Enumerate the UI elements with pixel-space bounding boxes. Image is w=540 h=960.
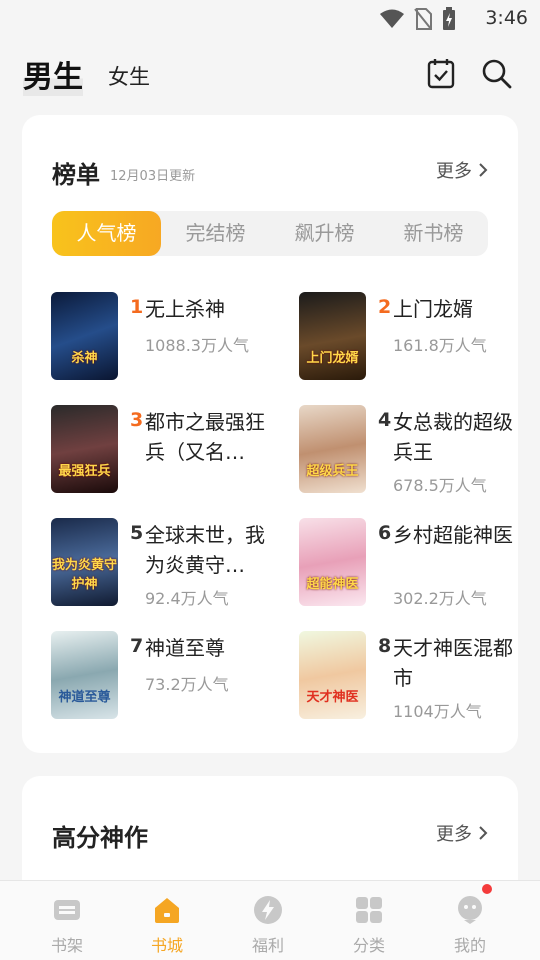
cover-title: 我为炎黄守护神: [51, 558, 117, 592]
book-cover: 超级兵王: [299, 405, 366, 493]
book-cover: 我为炎黄守护神: [51, 518, 118, 606]
book-title: 全球末世，我为炎黄守…: [145, 523, 265, 577]
rank-number: 7: [130, 635, 144, 657]
book-item[interactable]: 上门龙婿 2 上门龙婿 161.8万人气: [299, 292, 519, 382]
book-item[interactable]: 最强狂兵 3 都市之最强狂兵（又名…: [51, 405, 271, 495]
book-item[interactable]: 神道至尊 7 神道至尊 73.2万人气: [51, 631, 271, 721]
nav-bookstore[interactable]: 书城: [122, 881, 212, 960]
book-item[interactable]: 天才神医 8 天才神医混都市 1104万人气: [299, 631, 519, 721]
rank-number: 6: [378, 522, 392, 544]
top-header: 男生 女生: [0, 36, 540, 112]
cover-title: 超能神医: [306, 577, 359, 592]
book-cover: 最强狂兵: [51, 405, 118, 493]
nav-label: 书架: [50, 936, 83, 955]
more-label: 更多: [436, 161, 472, 182]
profile-icon: [458, 896, 482, 924]
battery-charging-icon: [443, 7, 455, 30]
status-icons: [380, 7, 456, 31]
book-popularity: 1088.3万人气: [145, 336, 249, 355]
grid-icon: [356, 897, 382, 923]
book-item[interactable]: 超级兵王 4 女总裁的超级兵王 678.5万人气: [299, 405, 519, 495]
nav-welfare[interactable]: 福利: [223, 881, 313, 960]
book-title: 无上杀神: [145, 297, 225, 321]
book-title: 都市之最强狂兵（又名…: [145, 410, 265, 464]
rank-number: 3: [130, 409, 144, 431]
nav-label: 分类: [352, 936, 385, 955]
book-title: 天才神医混都市: [393, 636, 513, 690]
bookshelf-icon: [54, 900, 80, 920]
book-popularity: 1104万人气: [393, 702, 482, 721]
book-item[interactable]: 超能神医 6 乡村超能神医 302.2万人气: [299, 518, 519, 608]
checkin-icon[interactable]: [426, 57, 456, 89]
book-popularity: 302.2万人气: [393, 589, 487, 608]
cover-title: 杀神: [71, 351, 98, 366]
book-cover: 神道至尊: [51, 631, 118, 719]
book-item[interactable]: 杀神 1 无上杀神 1088.3万人气: [51, 292, 271, 382]
book-title: 乡村超能神医: [393, 523, 513, 547]
rank-number: 5: [130, 522, 144, 544]
rank-number: 1: [130, 296, 144, 318]
chevron-right-icon: [479, 163, 488, 177]
book-cover: 天才神医: [299, 631, 366, 719]
bottom-tab-bar: 书架 书城 福利 分类 我的: [0, 880, 540, 960]
cover-title: 上门龙婿: [306, 351, 359, 366]
notification-dot: [482, 884, 492, 894]
book-popularity: 92.4万人气: [145, 589, 229, 608]
book-title: 上门龙婿: [393, 297, 473, 321]
more-label: 更多: [436, 824, 472, 845]
nav-label: 福利: [251, 936, 284, 955]
high-score-more-button[interactable]: 更多: [436, 820, 488, 846]
nav-category[interactable]: 分类: [324, 881, 414, 960]
book-title: 女总裁的超级兵王: [393, 410, 513, 464]
tab-completed[interactable]: 完结榜: [161, 211, 270, 256]
book-cover: 杀神: [51, 292, 118, 380]
nav-label: 我的: [453, 936, 486, 955]
tab-female[interactable]: 女生: [108, 61, 150, 91]
high-score-title: 高分神作: [52, 824, 148, 852]
rank-number: 4: [378, 409, 392, 431]
bolt-icon: [254, 896, 282, 924]
ranking-tabs: 人气榜 完结榜 飙升榜 新书榜: [52, 211, 488, 256]
chevron-right-icon: [479, 826, 488, 840]
book-cover: 上门龙婿: [299, 292, 366, 380]
nav-profile[interactable]: 我的: [425, 881, 515, 960]
cover-title: 最强狂兵: [58, 464, 111, 479]
book-popularity: 678.5万人气: [393, 476, 487, 495]
nav-bookshelf[interactable]: 书架: [22, 881, 112, 960]
wifi-icon: [380, 9, 404, 28]
book-cover: 超能神医: [299, 518, 366, 606]
cover-title: 天才神医: [306, 690, 359, 705]
rank-number: 2: [378, 296, 392, 318]
status-time: 3:46: [485, 7, 528, 29]
home-icon: [155, 898, 179, 923]
ranking-card: 榜单 12月03日更新 更多 人气榜 完结榜 飙升榜 新书榜 杀神 1 无上杀神…: [22, 115, 518, 753]
tab-male[interactable]: 男生: [23, 52, 83, 96]
rank-number: 8: [378, 635, 392, 657]
nav-label: 书城: [150, 936, 183, 955]
ranking-more-button[interactable]: 更多: [436, 157, 488, 183]
cover-title: 超级兵王: [306, 464, 359, 479]
cover-title: 神道至尊: [58, 690, 111, 705]
no-sim-icon: [414, 8, 432, 30]
tab-rising[interactable]: 飙升榜: [270, 211, 379, 256]
tab-new[interactable]: 新书榜: [379, 211, 488, 256]
book-item[interactable]: 我为炎黄守护神 5 全球末世，我为炎黄守… 92.4万人气: [51, 518, 271, 608]
search-icon[interactable]: [480, 57, 512, 89]
ranking-title: 榜单: [52, 161, 100, 189]
status-bar: 3:46: [0, 0, 540, 36]
ranking-updated: 12月03日更新: [110, 169, 196, 184]
book-title: 神道至尊: [145, 636, 225, 660]
book-popularity: 73.2万人气: [145, 675, 229, 694]
book-popularity: 161.8万人气: [393, 336, 487, 355]
tab-popular[interactable]: 人气榜: [52, 211, 161, 256]
